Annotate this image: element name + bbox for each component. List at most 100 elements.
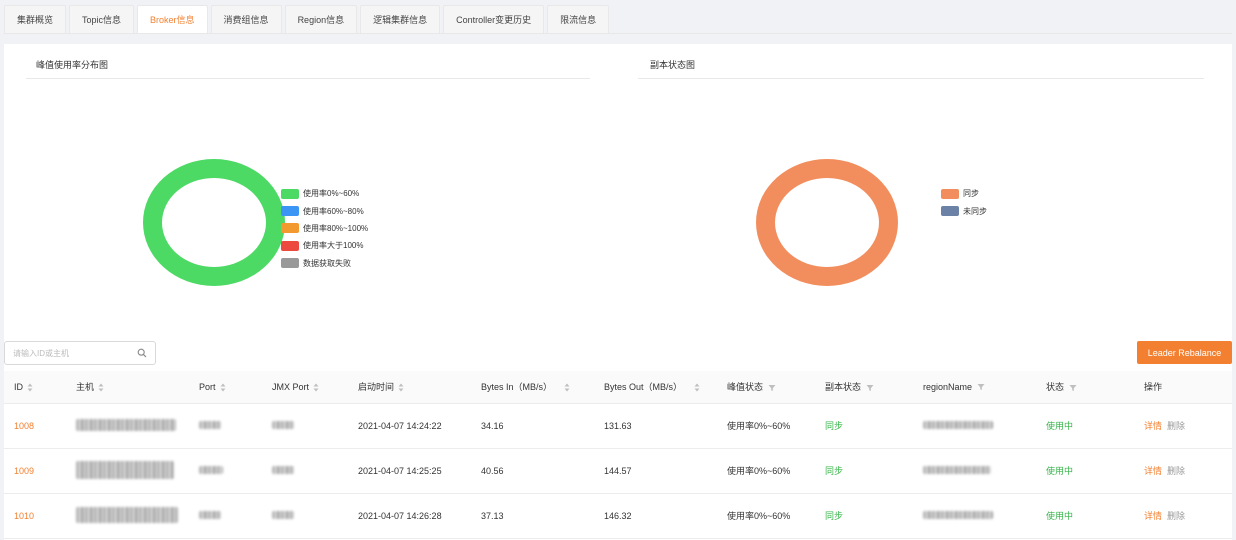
redacted-port [199,420,221,429]
broker-id-link[interactable]: 1008 [14,421,34,431]
table-row: 1009 2021-04-07 14:25:25 40.56 144.57 使用… [4,448,1232,494]
peak-status-cell: 使用率0%~60% [717,403,815,449]
sort-icon[interactable] [694,383,700,392]
sort-icon[interactable] [98,383,104,392]
filter-icon[interactable] [866,384,874,392]
column-header-replica-status[interactable]: 副本状态 [815,371,913,404]
chart-title-divider [26,78,590,79]
tab-broker-info[interactable]: Broker信息 [137,5,208,34]
column-label: 峰值状态 [727,382,764,393]
legend-item-0-60[interactable]: 使用率0%~60% [281,185,368,202]
tab-region-info[interactable]: Region信息 [284,5,358,34]
filter-icon[interactable] [977,383,985,391]
column-header-actions: 操作 [1134,371,1232,404]
delete-link[interactable]: 删除 [1167,466,1185,476]
sort-icon[interactable] [398,383,404,392]
tab-cluster-overview[interactable]: 集群概览 [4,5,67,34]
redacted-region-name [923,510,993,519]
redacted-jmx-port [272,510,294,519]
donut-hole [162,178,266,267]
status-cell: 使用中 [1036,403,1134,449]
tab-controller-history[interactable]: Controller变更历史 [443,5,545,34]
sort-icon[interactable] [313,383,319,392]
legend-item-60-80[interactable]: 使用率60%~80% [281,202,368,219]
broker-table: ID 主机 Port JMX Port 启动时间 Bytes In（MB/s） … [4,371,1232,539]
broker-id-link[interactable]: 1010 [14,511,34,521]
status-cell: 使用中 [1036,448,1134,494]
column-label: 副本状态 [825,382,862,393]
legend-label: 数据获取失败 [303,258,351,268]
chart-panel: 峰值使用率分布图 使用率0%~60% 使用率60%~80% 使用率80%~100… [4,44,1232,334]
bytes-out-cell: 131.63 [594,403,717,449]
peak-status-cell: 使用率0%~60% [717,493,815,539]
redacted-jmx-port [272,465,294,474]
filter-icon[interactable] [1069,384,1077,392]
legend-item-data-failed[interactable]: 数据获取失败 [281,255,368,272]
leader-rebalance-button[interactable]: Leader Rebalance [1137,341,1232,364]
legend-item-80-100[interactable]: 使用率80%~100% [281,220,368,237]
status-cell: 使用中 [1036,493,1134,539]
column-label: 主机 [76,382,95,393]
redacted-region-name [923,420,993,429]
legend-swatch [281,258,299,269]
column-header-id[interactable]: ID [4,371,66,404]
legend-item-synced[interactable]: 同步 [941,185,987,202]
legend-label: 同步 [963,189,979,199]
table-row: 1010 2021-04-07 14:26:28 37.13 146.32 使用… [4,493,1232,539]
detail-link[interactable]: 详情 [1144,466,1162,476]
column-header-status[interactable]: 状态 [1036,371,1134,404]
replica-status-donut [756,159,898,286]
column-header-peak-status[interactable]: 峰值状态 [717,371,815,404]
table-row: 1008 2021-04-07 14:24:22 34.16 131.63 使用… [4,403,1232,449]
bytes-in-cell: 40.56 [471,448,594,494]
redacted-host [76,506,178,523]
sort-icon[interactable] [27,383,33,392]
filter-icon[interactable] [768,384,776,392]
legend-label: 未同步 [963,206,987,216]
column-header-jmx-port[interactable]: JMX Port [262,371,348,404]
tab-topic-info[interactable]: Topic信息 [69,5,135,34]
column-label: 状态 [1046,382,1065,393]
redacted-host [76,460,174,479]
donut-hole [775,178,879,267]
peak-status-cell: 使用率0%~60% [717,448,815,494]
chart-title-divider [638,78,1204,79]
search-icon[interactable] [137,348,147,358]
broker-id-link[interactable]: 1009 [14,466,34,476]
search-box [4,341,156,365]
replica-status-chart-title: 副本状态图 [650,60,696,70]
column-header-region-name[interactable]: regionName [913,371,1036,404]
table-header-row: ID 主机 Port JMX Port 启动时间 Bytes In（MB/s） … [4,371,1232,404]
peak-usage-chart: 峰值使用率分布图 使用率0%~60% 使用率60%~80% 使用率80%~100… [26,44,590,334]
tab-throttle-info[interactable]: 限流信息 [547,5,610,34]
bytes-in-cell: 37.13 [471,493,594,539]
legend-label: 使用率80%~100% [303,223,369,233]
legend-item-not-synced[interactable]: 未同步 [941,202,987,219]
column-header-bytes-out[interactable]: Bytes Out（MB/s） [594,371,717,404]
column-header-start-time[interactable]: 启动时间 [348,371,471,404]
legend-item-over-100[interactable]: 使用率大于100% [281,237,368,254]
sort-icon[interactable] [220,383,226,392]
column-header-host[interactable]: 主机 [66,371,189,404]
column-label: 启动时间 [358,382,395,393]
redacted-port [199,510,221,519]
redacted-host [76,418,176,431]
search-input[interactable] [5,342,130,364]
delete-link[interactable]: 删除 [1167,511,1185,521]
tab-logical-cluster-info[interactable]: 逻辑集群信息 [360,5,441,34]
detail-link[interactable]: 详情 [1144,511,1162,521]
replica-status-cell: 同步 [815,448,913,494]
detail-link[interactable]: 详情 [1144,421,1162,431]
legend-swatch [941,206,959,217]
delete-link[interactable]: 删除 [1167,421,1185,431]
replica-status-cell: 同步 [815,403,913,449]
column-label: ID [14,381,23,392]
redacted-jmx-port [272,420,294,429]
column-header-bytes-in[interactable]: Bytes In（MB/s） [471,371,594,404]
tab-consumer-group-info[interactable]: 消费组信息 [210,5,282,34]
sort-icon[interactable] [564,383,570,392]
column-label: 操作 [1144,382,1163,393]
start-time-cell: 2021-04-07 14:25:25 [348,448,471,494]
peak-usage-donut [143,159,285,286]
column-header-port[interactable]: Port [189,371,262,404]
